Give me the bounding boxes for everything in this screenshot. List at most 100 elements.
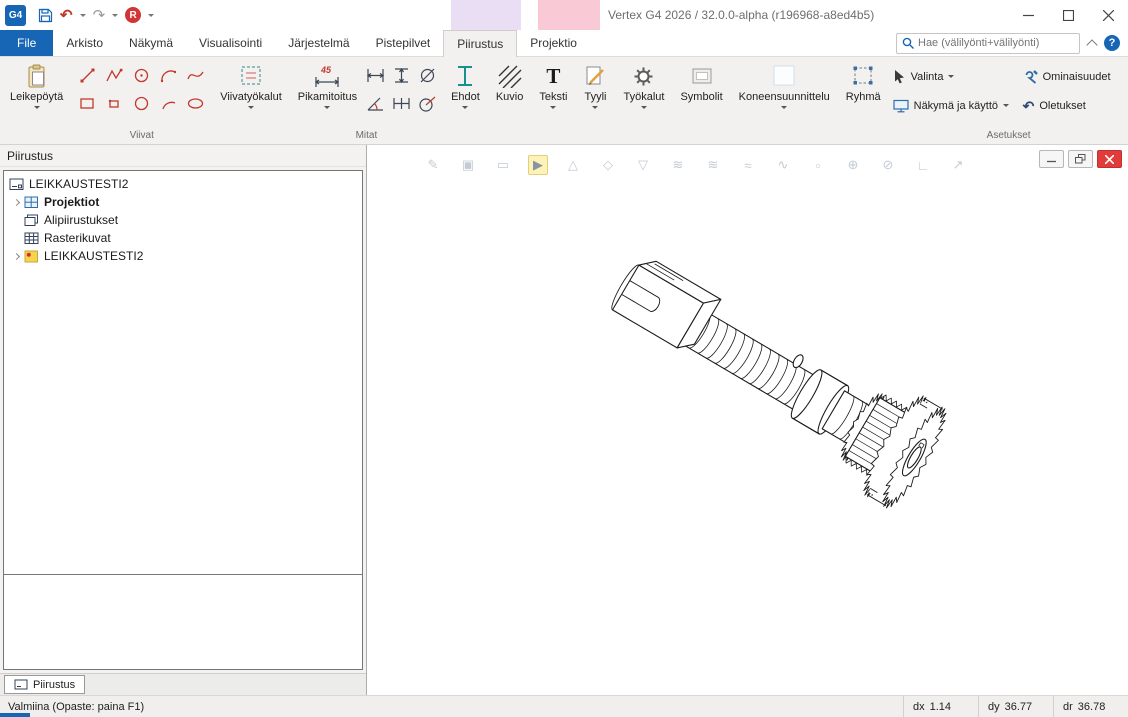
polyline-tool-button[interactable]	[103, 63, 127, 87]
select-tool-icon[interactable]: ▶	[528, 155, 548, 175]
dr-readout: dr36.78	[1053, 696, 1128, 717]
tab-jarjestelma[interactable]: Järjestelmä	[275, 30, 362, 56]
zoom-window-tool-icon[interactable]: ⊘	[878, 155, 898, 175]
dim-vertical-button[interactable]	[389, 63, 413, 87]
chevron-down-icon	[462, 106, 468, 112]
triangle-tool-icon[interactable]: △	[563, 155, 583, 175]
viivatyokalut-button[interactable]: Viivatyökalut	[215, 61, 287, 114]
rectangle-tool-button[interactable]	[76, 91, 100, 115]
axes-tool-icon[interactable]: ∟	[913, 155, 933, 175]
redo-icon[interactable]: ↷	[93, 8, 106, 23]
hatch-tool-icon[interactable]: ≋	[668, 155, 688, 175]
ribbon-group-clipboard: Leikepöytä	[2, 57, 71, 144]
nakyma-ja-kaytto-button[interactable]: Näkymä ja käyttö	[889, 94, 1017, 117]
filter-tool-icon[interactable]: ▽	[633, 155, 653, 175]
search-box[interactable]	[896, 33, 1080, 54]
frame-tool-icon[interactable]: ▫	[808, 155, 828, 175]
circle-tool-button[interactable]	[130, 91, 154, 115]
tree-item-projektiot[interactable]: Projektiot	[4, 193, 362, 211]
arc-tool-button[interactable]	[157, 91, 181, 115]
help-button[interactable]: ?	[1104, 35, 1120, 51]
panel-tab-piirustus[interactable]: Piirustus	[4, 675, 85, 694]
redo-dropdown-icon[interactable]	[112, 14, 118, 20]
ominaisuudet-button[interactable]: Ominaisuudet	[1019, 65, 1128, 88]
dim-diameter-button[interactable]	[415, 63, 439, 87]
arrow-ne-tool-icon[interactable]: ↗	[948, 155, 968, 175]
teksti-button[interactable]: T Teksti	[534, 61, 572, 114]
hatch-alt-tool-icon[interactable]: ≋	[703, 155, 723, 175]
model-tree-panel: Piirustus LEIKKAUSTESTI2 Projektiot	[0, 145, 367, 695]
ribbon-group-teksti: T Teksti	[531, 57, 575, 144]
polygon-tool-icon[interactable]: ◇	[598, 155, 618, 175]
tree-item-alipiirustukset[interactable]: Alipiirustukset	[4, 211, 362, 229]
ryhma-button[interactable]: Ryhmä	[841, 61, 886, 105]
coordinate-readout: dx1.14 dy36.77 dr36.78	[903, 696, 1128, 717]
window-title: Vertex G4 2026 / 32.0.0-alpha (r196968-a…	[608, 0, 874, 30]
collapse-ribbon-icon[interactable]	[1086, 39, 1097, 50]
filled-rect-tool-button[interactable]	[103, 91, 127, 115]
ehdot-button[interactable]: Ehdot	[446, 61, 485, 114]
undo-dropdown-icon[interactable]	[80, 14, 86, 20]
slope-tool-icon[interactable]: ∿	[773, 155, 793, 175]
document-window-controls	[1039, 150, 1122, 168]
line-tool-button[interactable]	[76, 63, 100, 87]
panel-tab-strip: Piirustus	[0, 673, 366, 695]
chevron-down-icon	[948, 75, 954, 81]
tape-measure-tool-icon[interactable]: ▭	[493, 155, 513, 175]
tree-item-rasterikuvat[interactable]: Rasterikuvat	[4, 229, 362, 247]
valinta-button[interactable]: Valinta	[889, 65, 1017, 88]
dim-linear-button[interactable]	[363, 63, 387, 87]
undo-icon[interactable]: ↶	[60, 8, 73, 23]
dim-radius-button[interactable]	[415, 91, 439, 115]
document-restore-button[interactable]	[1068, 150, 1093, 168]
drawing-canvas[interactable]: ✎ ▣ ▭ ▶ △ ◇ ▽ ≋ ≋ ≈ ∿ ▫ ⊕ ⊘ ∟ ↗	[367, 145, 1128, 695]
ribbon: Leikepöytä Viivat	[0, 57, 1128, 145]
dim-angle-button[interactable]	[363, 91, 387, 115]
document-minimize-button[interactable]	[1039, 150, 1064, 168]
save-icon[interactable]	[38, 8, 53, 23]
tab-arkisto[interactable]: Arkisto	[53, 30, 116, 56]
tree-item-leikkaustesti[interactable]: LEIKKAUSTESTI2	[4, 247, 362, 265]
tab-pistepilvet[interactable]: Pistepilvet	[363, 30, 444, 56]
ellipse-tool-button[interactable]	[184, 91, 208, 115]
tab-projektio[interactable]: Projektio	[517, 30, 590, 56]
qat-customize-icon[interactable]	[148, 14, 154, 20]
tree-item-root[interactable]: LEIKKAUSTESTI2	[4, 175, 362, 193]
tab-visualisointi[interactable]: Visualisointi	[186, 30, 275, 56]
pikamitoitus-button[interactable]: 45 Pikamitoitus	[293, 61, 362, 114]
chevron-down-icon	[248, 106, 254, 112]
spline-tool-button[interactable]	[184, 63, 208, 87]
paste-button[interactable]: Leikepöytä	[5, 61, 68, 114]
wave-tool-icon[interactable]: ≈	[738, 155, 758, 175]
group-label-mitat: Mitat	[290, 129, 443, 144]
maximize-button[interactable]	[1048, 0, 1088, 30]
symbolit-button[interactable]: Symbolit	[675, 61, 727, 105]
kuvio-button[interactable]: Kuvio	[491, 61, 529, 105]
region-select-tool-icon[interactable]: ▣	[458, 155, 478, 175]
window-controls	[1008, 0, 1128, 30]
app-logo[interactable]: G4	[5, 5, 26, 26]
oletukset-button[interactable]: ↶ Oletukset	[1019, 94, 1128, 117]
gear-icon	[632, 63, 655, 89]
record-badge[interactable]: R	[125, 7, 141, 23]
search-input[interactable]	[918, 37, 1074, 49]
tyyli-button[interactable]: Tyyli	[578, 61, 612, 114]
circle-center-tool-button[interactable]	[130, 63, 154, 87]
expand-chevron-icon[interactable]	[9, 254, 24, 259]
expand-chevron-icon[interactable]	[9, 200, 24, 205]
dim-chain-button[interactable]	[389, 91, 413, 115]
tab-piirustus[interactable]: Piirustus	[443, 30, 517, 57]
section-drawing-icon	[24, 250, 39, 263]
koneensuunnittelu-button[interactable]: Koneensuunnittelu	[734, 61, 835, 114]
tyokalut-button[interactable]: Työkalut	[618, 61, 669, 114]
chevron-down-icon	[781, 106, 787, 112]
raster-images-icon	[24, 232, 39, 245]
tab-file[interactable]: File	[0, 30, 53, 56]
document-close-button[interactable]	[1097, 150, 1122, 168]
close-button[interactable]	[1088, 0, 1128, 30]
arc-3point-tool-button[interactable]	[157, 63, 181, 87]
tab-nakyma[interactable]: Näkymä	[116, 30, 186, 56]
minimize-button[interactable]	[1008, 0, 1048, 30]
brush-tool-icon[interactable]: ✎	[423, 155, 443, 175]
zoom-in-tool-icon[interactable]: ⊕	[843, 155, 863, 175]
